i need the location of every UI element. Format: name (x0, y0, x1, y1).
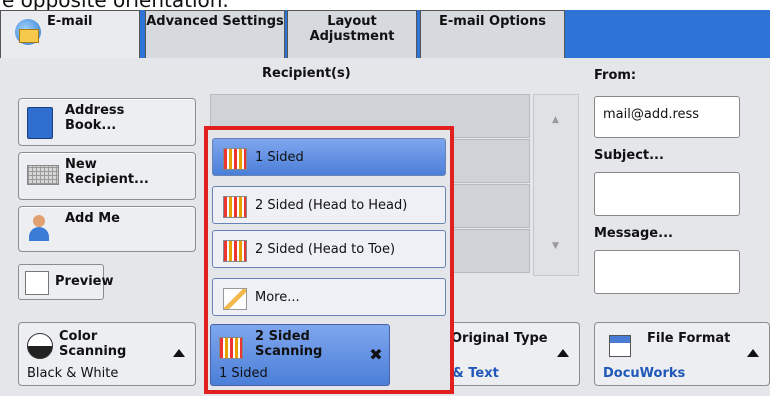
message-button[interactable]: Message... (594, 226, 673, 241)
message-field[interactable] (594, 250, 740, 294)
tab-advanced-settings[interactable]: Advanced Settings (145, 10, 285, 58)
chevron-up-icon (747, 349, 759, 357)
subject-button[interactable]: Subject... (594, 148, 664, 163)
new-recipient-label: New Recipient... (65, 157, 149, 187)
file-format-button[interactable]: File Format DocuWorks (594, 322, 770, 386)
add-person-icon (27, 215, 53, 243)
two-sided-scanning-button[interactable]: 2 Sided Scanning 1 Sided ✖ (210, 324, 390, 386)
add-me-button[interactable]: Add Me (18, 206, 196, 252)
email-envelope-icon (15, 19, 41, 45)
from-field[interactable]: mail@add.ress (594, 96, 740, 138)
scroll-up-icon[interactable]: ▲ (552, 115, 559, 125)
one-sided-icon (223, 148, 247, 170)
menu-item-label: 2 Sided (Head to Head) (255, 198, 408, 213)
checkbox-icon (25, 271, 49, 295)
recipients-label: Recipient(s) (262, 66, 351, 81)
preview-checkbox[interactable]: Preview (18, 264, 114, 300)
pencil-icon (223, 288, 247, 310)
scroll-down-icon[interactable]: ▼ (552, 241, 559, 251)
keyboard-icon (27, 165, 59, 185)
two-sided-icon (219, 337, 243, 359)
menu-item-1-sided[interactable]: 1 Sided (212, 138, 446, 176)
chevron-up-icon (557, 349, 569, 357)
menu-item-head-to-toe[interactable]: 2 Sided (Head to Toe) (212, 230, 446, 268)
two-sided-title: 2 Sided Scanning (255, 329, 323, 359)
menu-item-label: 2 Sided (Head to Toe) (255, 242, 396, 257)
address-book-icon (27, 107, 53, 139)
tab-email-options-label: E-mail Options (439, 14, 546, 29)
new-recipient-button[interactable]: New Recipient... (18, 152, 196, 200)
tab-bar: E-mail Advanced Settings Layout Adjustme… (0, 10, 770, 58)
menu-item-more[interactable]: More... (212, 278, 446, 316)
chevron-up-icon (173, 349, 185, 357)
original-type-title: Original Type (451, 331, 548, 346)
close-icon[interactable]: ✖ (363, 341, 389, 369)
from-label: From: (594, 68, 637, 83)
menu-item-label: More... (255, 290, 300, 305)
recipients-scrollbar[interactable]: ▲ ▼ (533, 94, 579, 276)
add-me-label: Add Me (65, 211, 120, 226)
address-book-button[interactable]: Address Book... (18, 98, 196, 146)
tab-email[interactable]: E-mail (0, 10, 140, 58)
address-book-label: Address Book... (65, 103, 125, 133)
color-scanning-button[interactable]: Color Scanning Black & White (18, 322, 196, 386)
file-format-title: File Format (647, 331, 731, 346)
color-scanning-value: Black & White (27, 366, 119, 381)
color-scanning-title: Color Scanning (59, 329, 127, 359)
tab-advanced-label: Advanced Settings (146, 14, 284, 29)
tab-email-options[interactable]: E-mail Options (420, 10, 565, 58)
tab-layout-label: Layout Adjustment (309, 14, 395, 44)
subject-field[interactable] (594, 172, 740, 216)
file-format-value: DocuWorks (603, 366, 686, 381)
two-sided-value: 1 Sided (219, 366, 268, 381)
menu-item-head-to-head[interactable]: 2 Sided (Head to Head) (212, 186, 446, 224)
file-format-icon (609, 335, 631, 357)
tab-layout-adjustment[interactable]: Layout Adjustment (287, 10, 417, 58)
menu-item-label: 1 Sided (255, 150, 304, 165)
preview-label: Preview (55, 274, 114, 289)
two-sided-head-to-toe-icon (223, 240, 247, 262)
tab-email-label: E-mail (47, 14, 93, 29)
color-mode-icon (27, 333, 53, 359)
two-sided-head-to-head-icon (223, 196, 247, 218)
